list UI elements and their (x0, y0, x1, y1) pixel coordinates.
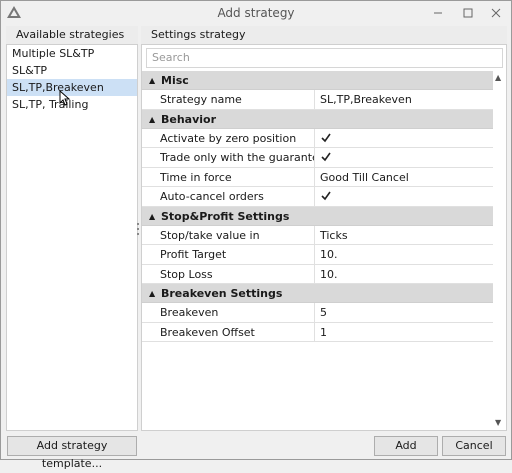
add-button[interactable]: Add (374, 436, 438, 456)
property-value[interactable]: 1 (320, 323, 327, 342)
category-label: Misc (161, 74, 189, 87)
category-row[interactable]: ▲ Behavior (142, 109, 493, 129)
collapse-arrow-icon[interactable]: ▲ (149, 284, 155, 303)
add-strategy-template-button[interactable]: Add strategy template... (7, 436, 137, 470)
category-label: Stop&Profit Settings (161, 209, 290, 223)
collapse-arrow-icon[interactable]: ▲ (149, 207, 155, 226)
collapse-arrow-icon[interactable]: ▲ (149, 71, 155, 90)
mouse-cursor-icon (59, 90, 71, 106)
property-value[interactable]: 5 (320, 303, 327, 322)
category-row[interactable]: ▲ Misc (142, 71, 493, 90)
checkmark-icon[interactable] (320, 151, 332, 163)
category-label: Behavior (161, 112, 217, 126)
category-row[interactable]: ▲ Breakeven Settings (142, 284, 493, 303)
strategy-item-sl-tp[interactable]: SL&TP (7, 62, 137, 79)
minimize-icon (434, 12, 442, 14)
property-value[interactable]: 10. (320, 265, 338, 284)
property-row: Stop/take value in Ticks (142, 225, 493, 245)
strategy-item-sl-tp-breakeven[interactable]: SL,TP,Breakeven (7, 79, 137, 96)
category-row[interactable]: ▲ Stop&Profit Settings (142, 206, 493, 226)
property-row: Breakeven Offset 1 (142, 322, 493, 342)
collapse-arrow-icon[interactable]: ▲ (149, 110, 155, 129)
property-row: Stop Loss 10. (142, 264, 493, 284)
property-name: Time in force (160, 167, 315, 186)
property-value[interactable]: 10. (320, 245, 338, 264)
maximize-icon (463, 8, 473, 18)
maximize-button[interactable] (455, 3, 481, 23)
property-name: Breakeven (160, 303, 315, 322)
checkmark-icon[interactable] (320, 132, 332, 144)
property-value[interactable]: Ticks (320, 226, 348, 245)
property-name: Auto-cancel orders (160, 187, 315, 206)
property-name: Trade only with the guarante... (160, 148, 315, 167)
scroll-up-icon[interactable]: ▲ (495, 73, 501, 82)
checkmark-icon[interactable] (320, 190, 332, 202)
available-strategies-header: Available strategies (6, 26, 138, 44)
strategy-list[interactable]: Multiple SL&TP SL&TP SL,TP,Breakeven SL,… (6, 44, 138, 431)
category-label: Breakeven Settings (161, 287, 283, 300)
search-input[interactable]: Search (146, 48, 503, 68)
add-strategy-dialog: Add strategy Available strategies Multip… (0, 0, 512, 470)
strategy-item-sl-tp-trailing[interactable]: SL,TP, Trailing (7, 96, 137, 113)
panel-splitter[interactable] (137, 223, 140, 235)
property-value[interactable]: SL,TP,Breakeven (320, 90, 412, 109)
property-name: Stop Loss (160, 264, 315, 283)
property-name: Stop/take value in (160, 225, 315, 244)
property-row: Trade only with the guarante... (142, 148, 493, 168)
property-name: Strategy name (160, 90, 315, 109)
scroll-down-icon[interactable]: ▼ (495, 418, 501, 427)
property-row: Activate by zero position (142, 128, 493, 148)
property-name: Activate by zero position (160, 128, 315, 147)
title-bar[interactable]: Add strategy (1, 1, 511, 25)
close-icon (491, 8, 501, 18)
property-grid: ▲ Misc Strategy name SL,TP,Breakeven ▲ Behavi… (142, 71, 493, 342)
property-name: Profit Target (160, 245, 315, 264)
property-name: Breakeven Offset (160, 322, 315, 341)
minimize-button[interactable] (425, 3, 451, 23)
property-row: Time in force Good Till Cancel (142, 167, 493, 187)
strategy-item-multiple-sl-tp[interactable]: Multiple SL&TP (7, 45, 137, 62)
cancel-button[interactable]: Cancel (442, 436, 506, 456)
settings-panel: Search ▲ Misc Strategy name SL,TP,Breakeven… (141, 44, 507, 431)
vertical-scrollbar[interactable]: ▲ ▼ (493, 71, 505, 429)
property-row: Breakeven 5 (142, 303, 493, 323)
property-row: Strategy name SL,TP,Breakeven (142, 90, 493, 110)
property-row: Profit Target 10. (142, 245, 493, 265)
property-row: Auto-cancel orders (142, 187, 493, 207)
property-value[interactable]: Good Till Cancel (320, 168, 409, 187)
close-button[interactable] (483, 3, 509, 23)
settings-strategy-header: Settings strategy (141, 26, 507, 44)
